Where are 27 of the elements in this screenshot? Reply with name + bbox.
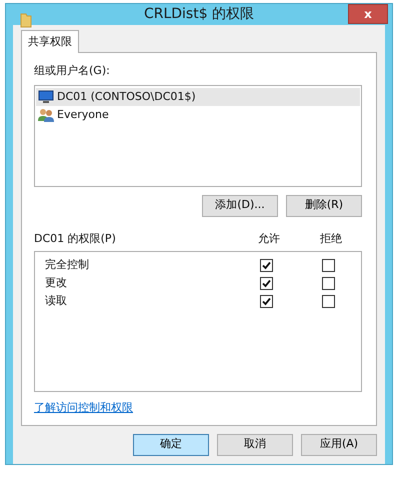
checkbox[interactable] <box>322 276 334 290</box>
checkbox[interactable] <box>260 258 272 272</box>
permission-name: 完全控制 <box>44 256 90 273</box>
user-item[interactable]: Everyone <box>36 106 360 124</box>
ok-button[interactable]: 确定 <box>133 434 209 456</box>
column-header: 允许 <box>257 230 281 247</box>
window-title: CRLDist$ 的权限 <box>144 5 254 24</box>
cancel-button[interactable]: 取消 <box>217 434 293 456</box>
permission-name: 更改 <box>44 274 68 291</box>
help-link[interactable]: 了解访问控制和权限 <box>34 401 133 414</box>
checkbox[interactable] <box>322 294 334 308</box>
section-label: 组或用户名(G): <box>34 62 111 78</box>
add-button[interactable]: 添加(D)... <box>202 194 278 217</box>
close-button[interactable]: x <box>348 4 388 24</box>
column-header: 拒绝 <box>319 230 343 247</box>
user-item[interactable]: DC01 (CONTOSO\DC01$) <box>36 88 360 106</box>
folder-icon <box>20 12 32 28</box>
users-icon <box>38 108 54 122</box>
tab[interactable]: 共享权限 <box>21 30 79 52</box>
checkbox[interactable] <box>260 294 272 308</box>
monitor-icon <box>38 90 54 104</box>
remove-button[interactable]: 删除(R) <box>286 194 362 217</box>
checkbox[interactable] <box>260 276 272 290</box>
section-label: DC01 的权限(P) <box>34 230 117 247</box>
apply-button[interactable]: 应用(A) <box>301 434 377 456</box>
permission-name: 读取 <box>44 292 68 309</box>
checkbox[interactable] <box>322 258 334 272</box>
